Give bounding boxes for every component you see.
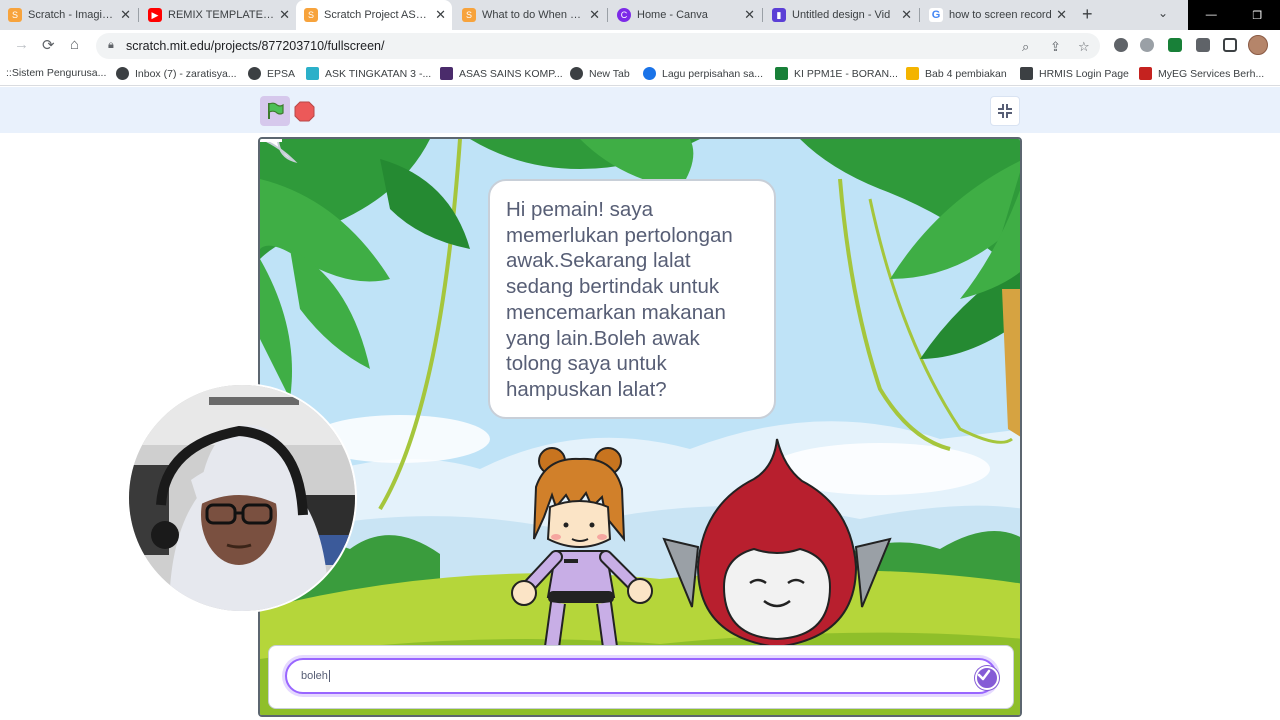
- bookmark-star-icon[interactable]: ☆: [1078, 39, 1090, 55]
- close-icon[interactable]: ✕: [589, 7, 600, 23]
- home-icon[interactable]: ⌂: [70, 36, 79, 53]
- tab-title: Home - Canva: [637, 9, 708, 21]
- scratch-icon: S: [462, 8, 476, 22]
- grid-icon: [306, 67, 319, 80]
- tab-5[interactable]: ▮ Untitled design - Vid ✕: [764, 0, 918, 30]
- green-flag-icon: [268, 102, 284, 119]
- video-icon: ▮: [772, 8, 786, 22]
- close-icon[interactable]: ✕: [120, 7, 131, 23]
- window-controls: — ❐: [1188, 0, 1280, 30]
- puzzle-icon[interactable]: [1196, 38, 1210, 52]
- tab-search-chevron-icon[interactable]: ⌄: [1158, 6, 1168, 20]
- webcam-overlay: [127, 383, 357, 613]
- music-icon: [643, 67, 656, 80]
- bookmark-item[interactable]: KI PPM1E - BORAN...: [775, 67, 898, 80]
- extension-icon[interactable]: [1140, 38, 1154, 52]
- address-bar[interactable]: 🔒︎ scratch.mit.edu/projects/877203710/fu…: [96, 33, 1100, 59]
- scratch-icon: S: [304, 8, 318, 22]
- tab-title: Scratch Project ASK 2: [324, 9, 432, 21]
- tab-title: What to do When you: [482, 9, 586, 21]
- tab-title: Untitled design - Vid: [792, 9, 891, 21]
- myeg-icon: [1139, 67, 1152, 80]
- url-text[interactable]: scratch.mit.edu/projects/877203710/fulls…: [126, 39, 384, 53]
- bookmarks-bar: ::Sistem Pengurusa... Inbox (7) - zarati…: [0, 62, 1280, 86]
- feather-icon: [1020, 67, 1033, 80]
- green-flag-button[interactable]: [260, 96, 290, 126]
- red-creature-sprite[interactable]: [662, 437, 892, 649]
- speech-bubble-tail: [260, 139, 298, 163]
- bookmark-item[interactable]: ASAS SAINS KOMP...: [440, 67, 563, 80]
- tab-0[interactable]: S Scratch - Imagine, Pro ✕: [0, 0, 137, 30]
- globe-icon: [116, 67, 129, 80]
- tab-title: how to screen record: [949, 9, 1052, 21]
- answer-input[interactable]: boleh: [285, 658, 997, 694]
- webcam-person-image: [129, 385, 355, 611]
- girl-sprite[interactable]: [506, 447, 666, 647]
- submit-answer-button[interactable]: [975, 666, 999, 690]
- close-icon[interactable]: ✕: [435, 7, 446, 23]
- youtube-icon: ▶: [148, 8, 162, 22]
- app-icon: [440, 67, 453, 80]
- reload-icon[interactable]: ⟳: [42, 36, 55, 54]
- tab-1[interactable]: ▶ REMIX TEMPLATE PR( ✕: [140, 0, 296, 30]
- exit-fullscreen-button[interactable]: [990, 96, 1020, 126]
- browser-tab-strip: S Scratch - Imagine, Pro ✕ ▶ REMIX TEMPL…: [0, 0, 1280, 30]
- bookmark-item[interactable]: ASK TINGKATAN 3 -...: [306, 67, 431, 80]
- close-icon[interactable]: ✕: [901, 7, 912, 23]
- tab-6[interactable]: G how to screen record ✕: [921, 0, 1073, 30]
- bookmark-item[interactable]: Inbox (7) - zaratisya...: [116, 67, 237, 80]
- bookmark-item[interactable]: MyEG Services Berh...: [1139, 67, 1264, 80]
- new-tab-button[interactable]: +: [1082, 4, 1093, 25]
- globe-icon: [570, 67, 583, 80]
- scratch-icon: S: [8, 8, 22, 22]
- tab-title: Scratch - Imagine, Pro: [28, 9, 117, 21]
- stop-button[interactable]: [294, 101, 315, 122]
- bookmark-item[interactable]: HRMIS Login Page: [1020, 67, 1129, 80]
- bookmark-item[interactable]: EPSA: [248, 67, 295, 80]
- extension-icon[interactable]: [1114, 38, 1128, 52]
- ask-prompt-box: boleh: [268, 645, 1014, 709]
- exit-fullscreen-icon: [998, 104, 1012, 118]
- tab-3[interactable]: S What to do When you ✕: [454, 0, 606, 30]
- tab-title: REMIX TEMPLATE PR(: [168, 9, 276, 21]
- close-icon[interactable]: ✕: [279, 7, 290, 23]
- bookmark-item[interactable]: Lagu perpisahan sa...: [643, 67, 763, 80]
- answer-value: boleh: [301, 670, 328, 682]
- tab-2-active[interactable]: S Scratch Project ASK 2 ✕: [296, 0, 452, 30]
- globe-icon: [248, 67, 261, 80]
- scratch-stage[interactable]: Hi pemain! saya memerlukan pertolongan a…: [258, 137, 1022, 717]
- sheets-icon: [775, 67, 788, 80]
- google-icon: G: [929, 8, 943, 22]
- scratch-controls-bar: [0, 87, 1280, 133]
- close-icon[interactable]: ✕: [744, 7, 755, 23]
- share-icon[interactable]: ⇪: [1050, 39, 1061, 55]
- browser-toolbar: → ⟳ ⌂ 🔒︎ scratch.mit.edu/projects/877203…: [0, 30, 1280, 62]
- document-icon: [906, 67, 919, 80]
- bookmark-item[interactable]: ::Sistem Pengurusa...: [6, 67, 106, 79]
- restore-icon[interactable]: ❐: [1252, 9, 1262, 22]
- sheets-extension-icon[interactable]: [1168, 38, 1182, 52]
- lock-icon: 🔒︎: [108, 39, 114, 51]
- close-icon[interactable]: ✕: [1056, 7, 1067, 23]
- speech-bubble: Hi pemain! saya memerlukan pertolongan a…: [488, 179, 776, 419]
- bookmark-item[interactable]: Bab 4 pembiakan: [906, 67, 1007, 80]
- text-caret: [328, 670, 330, 682]
- checkmark-icon: [977, 669, 991, 681]
- bookmark-item[interactable]: New Tab: [570, 67, 630, 80]
- tab-4[interactable]: C Home - Canva ✕: [609, 0, 761, 30]
- sidepanel-icon[interactable]: [1223, 38, 1237, 52]
- canva-icon: C: [617, 8, 631, 22]
- forward-icon[interactable]: →: [14, 36, 29, 53]
- zoom-icon[interactable]: ⌕: [1022, 39, 1029, 55]
- speech-text: Hi pemain! saya memerlukan pertolongan a…: [506, 198, 733, 401]
- minimize-icon[interactable]: —: [1206, 9, 1217, 21]
- avatar[interactable]: [1248, 35, 1268, 55]
